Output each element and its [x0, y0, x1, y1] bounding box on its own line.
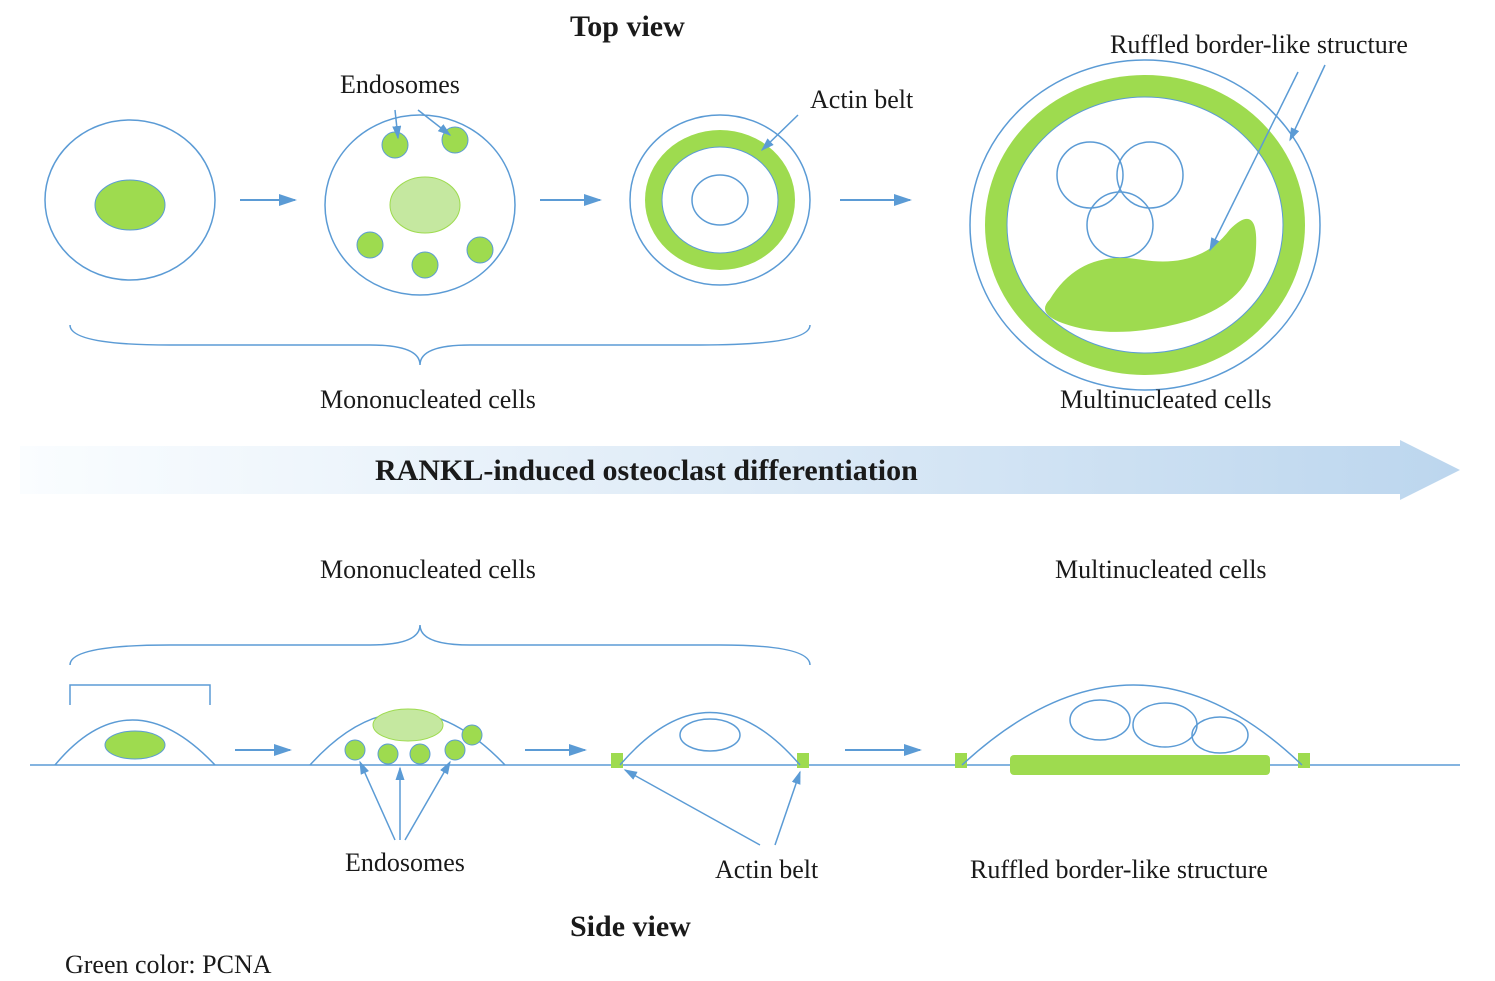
- label-multi-top: Multinucleated cells: [1060, 385, 1272, 415]
- label-multi-side: Multinucleated cells: [1055, 555, 1267, 585]
- diagram-top-view: [0, 0, 1495, 430]
- legend-pcna: Green color: PCNA: [65, 950, 272, 980]
- label-actin-belt-top: Actin belt: [810, 85, 913, 115]
- actin-belt-side-pointer-2: [775, 772, 800, 845]
- brace-top: [70, 325, 810, 365]
- label-actin-belt-side: Actin belt: [715, 855, 818, 885]
- endosome-side-pointer-1: [360, 762, 395, 840]
- top-cell-2: [325, 115, 515, 295]
- brace-side: [70, 625, 810, 665]
- side-cell-2: [310, 709, 505, 765]
- title-side-view: Side view: [570, 910, 691, 944]
- label-main-arrow: RANKL-induced osteoclast differentiation: [375, 454, 918, 488]
- side-cell-4: [955, 685, 1310, 775]
- endosome-side-pointer-3: [405, 762, 450, 840]
- top-cell-3: [630, 115, 810, 285]
- label-ruffled-top: Ruffled border-like structure: [1110, 30, 1408, 60]
- side-cell-1: [55, 720, 215, 765]
- actin-belt-pointer: [762, 115, 798, 150]
- title-top-view: Top view: [570, 10, 685, 44]
- top-cell-1: [45, 120, 215, 280]
- endosome-pointer-2: [418, 110, 450, 135]
- side-cell-3: [611, 713, 809, 769]
- diagram-side-view: [0, 510, 1495, 970]
- label-endosomes-side: Endosomes: [345, 848, 465, 878]
- label-ruffled-side: Ruffled border-like structure: [970, 855, 1268, 885]
- label-mono-top: Mononucleated cells: [320, 385, 536, 415]
- top-cell-4: [970, 60, 1320, 390]
- bracket-side-cell1: [70, 685, 210, 705]
- actin-belt-side-pointer-1: [625, 770, 760, 845]
- label-endosomes-top: Endosomes: [340, 70, 460, 100]
- label-mono-side: Mononucleated cells: [320, 555, 536, 585]
